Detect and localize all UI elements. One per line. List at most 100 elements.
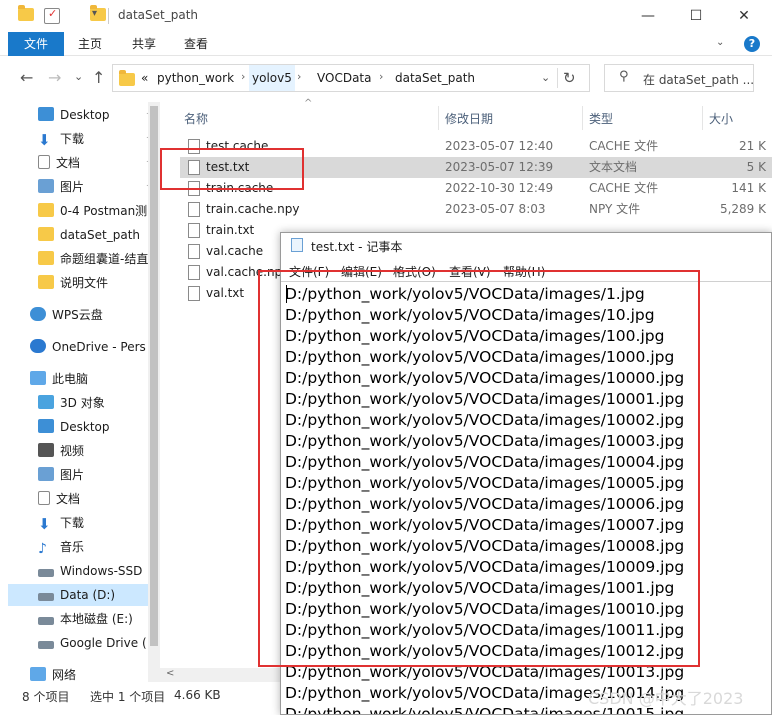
- sidebar-item-pictures[interactable]: 图片✦: [8, 176, 156, 198]
- sidebar-item-readme-folder[interactable]: 说明文件: [8, 272, 156, 294]
- folder-icon: [38, 275, 54, 289]
- refresh-icon[interactable]: ↻: [563, 69, 576, 87]
- watermark: CSDN @中大了2023: [588, 689, 744, 708]
- folder-icon: [18, 5, 34, 21]
- search-icon: ⚲: [619, 69, 629, 84]
- breadcrumb-dataset-path[interactable]: dataSet_path: [395, 71, 475, 85]
- navigation-pane: Desktop✦ ⬇下载✦ 文档✦ 图片✦ 0-4 Postman测 dataS…: [8, 102, 156, 682]
- back-arrow-icon[interactable]: ←: [20, 68, 33, 87]
- help-icon[interactable]: ?: [744, 36, 760, 52]
- sidebar-item-label: 文档: [56, 156, 81, 170]
- column-divider[interactable]: [582, 106, 583, 130]
- sidebar-item-google-drive[interactable]: Google Drive (: [8, 632, 156, 654]
- search-input[interactable]: 在 dataSet_path ...: [643, 71, 754, 88]
- text-file-icon: [188, 286, 200, 301]
- item-count: 8 个项目: [22, 690, 70, 704]
- sidebar-item-label: 3D 对象: [60, 396, 105, 410]
- sidebar-item-label: 网络: [52, 668, 77, 682]
- sidebar-item-this-pc[interactable]: 此电脑: [8, 368, 156, 390]
- breadcrumb-yolov5[interactable]: yolov5: [249, 65, 295, 91]
- sidebar-item-data-d[interactable]: Data (D:): [8, 584, 156, 606]
- network-icon: [30, 667, 46, 681]
- address-bar[interactable]: « python_work › yolov5 › VOCData › dataS…: [112, 64, 590, 92]
- scroll-left-icon[interactable]: <: [166, 668, 174, 679]
- sidebar-item-label: 此电脑: [52, 372, 89, 386]
- sidebar-item-proposal-folder[interactable]: 命题组囊道-结直: [8, 248, 156, 270]
- file-date: 2023-05-07 8:03: [445, 202, 546, 216]
- sidebar-item-music[interactable]: ♪ 音乐: [8, 536, 156, 558]
- cube-icon: [38, 395, 54, 409]
- minimize-button[interactable]: —: [628, 4, 668, 28]
- column-header-name[interactable]: 名称: [184, 110, 208, 127]
- file-type: CACHE 文件: [589, 181, 659, 195]
- sidebar-item-local-disk-e[interactable]: 本地磁盘 (E:): [8, 608, 156, 630]
- sidebar-item-network[interactable]: 网络: [8, 664, 156, 682]
- file-icon: [188, 202, 200, 217]
- sidebar-item-label: Data (D:): [60, 588, 116, 602]
- folder-icon: [38, 203, 54, 217]
- sidebar-item-onedrive[interactable]: OneDrive - Pers: [8, 336, 156, 358]
- tab-view[interactable]: 查看: [174, 32, 218, 56]
- title-bar: ✓ ▾ dataSet_path — ☐ ✕: [0, 0, 772, 32]
- sidebar-item-label: Google Drive (: [60, 636, 147, 650]
- picture-icon: [38, 179, 54, 193]
- sidebar-item-desktop[interactable]: Desktop✦: [8, 104, 156, 126]
- scrollbar-thumb[interactable]: [150, 106, 158, 646]
- breadcrumb-python-work[interactable]: python_work: [157, 71, 234, 85]
- sidebar-item-downloads[interactable]: ⬇下载✦: [8, 128, 156, 150]
- sidebar-item-wps-cloud[interactable]: WPS云盘: [8, 304, 156, 326]
- notepad-icon: [291, 238, 303, 252]
- sidebar-item-desktop-pc[interactable]: Desktop: [8, 416, 156, 438]
- address-divider: [557, 68, 558, 88]
- sidebar-item-documents[interactable]: 文档✦: [8, 152, 156, 174]
- cloud-icon: [30, 307, 46, 321]
- tab-file[interactable]: 文件: [8, 32, 64, 56]
- drive-icon: [38, 641, 54, 649]
- file-size: 5 K: [746, 160, 766, 174]
- file-type: NPY 文件: [589, 202, 641, 216]
- file-name: val.txt: [206, 286, 245, 300]
- breadcrumb-separator: ›: [297, 70, 302, 83]
- onedrive-icon: [30, 339, 46, 353]
- column-divider[interactable]: [438, 106, 439, 130]
- drive-icon: [38, 569, 54, 577]
- music-icon: ♪: [38, 541, 47, 557]
- column-header-date[interactable]: 修改日期: [445, 110, 493, 127]
- column-divider[interactable]: [702, 106, 703, 130]
- file-row[interactable]: train.cache.npy 2023-05-07 8:03 NPY 文件 5,28…: [180, 199, 772, 220]
- sidebar-item-downloads-pc[interactable]: ⬇ 下载: [8, 512, 156, 534]
- sidebar-item-label: OneDrive - Pers: [52, 340, 146, 354]
- up-arrow-icon[interactable]: ↑: [92, 68, 105, 87]
- customize-toolbar-icon[interactable]: ▾: [92, 8, 97, 24]
- sidebar-item-windows-ssd[interactable]: Windows-SSD: [8, 560, 156, 582]
- sidebar-item-pictures-pc[interactable]: 图片: [8, 464, 156, 486]
- close-button[interactable]: ✕: [724, 4, 764, 28]
- file-date: 2023-05-07 12:39: [445, 160, 554, 174]
- sidebar-item-documents-pc[interactable]: 文档: [8, 488, 156, 510]
- sidebar-item-dataset-path[interactable]: dataSet_path: [8, 224, 156, 246]
- tab-share[interactable]: 共享: [122, 32, 166, 56]
- properties-icon[interactable]: ✓: [44, 7, 60, 24]
- chevron-down-icon[interactable]: ⌄: [716, 37, 724, 48]
- column-header-type[interactable]: 类型: [589, 110, 613, 127]
- column-header-size[interactable]: 大小: [709, 110, 733, 127]
- maximize-button[interactable]: ☐: [676, 4, 716, 28]
- notepad-title-bar: test.txt - 记事本: [281, 233, 771, 257]
- selected-count: 选中 1 个项目: [90, 690, 166, 704]
- tab-home[interactable]: 主页: [68, 32, 112, 56]
- breadcrumb-overflow[interactable]: «: [141, 71, 148, 85]
- address-dropdown-icon[interactable]: ⌄: [541, 71, 550, 84]
- sidebar-item-3d-objects[interactable]: 3D 对象: [8, 392, 156, 414]
- breadcrumb-vocdata[interactable]: VOCData: [317, 71, 371, 85]
- sidebar-scrollbar[interactable]: [148, 102, 160, 682]
- sidebar-item-postman[interactable]: 0-4 Postman测: [8, 200, 156, 222]
- sidebar-item-label: Desktop: [60, 108, 110, 122]
- file-size: 5,289 K: [719, 202, 766, 216]
- download-icon: ⬇: [38, 131, 51, 149]
- forward-arrow-icon[interactable]: →: [48, 68, 61, 87]
- sidebar-item-videos[interactable]: 视频: [8, 440, 156, 462]
- sidebar-item-label: 说明文件: [60, 276, 109, 290]
- search-box[interactable]: ⚲ 在 dataSet_path ...: [604, 64, 754, 92]
- file-icon: [188, 265, 200, 280]
- recent-locations-icon[interactable]: ⌄: [74, 70, 83, 83]
